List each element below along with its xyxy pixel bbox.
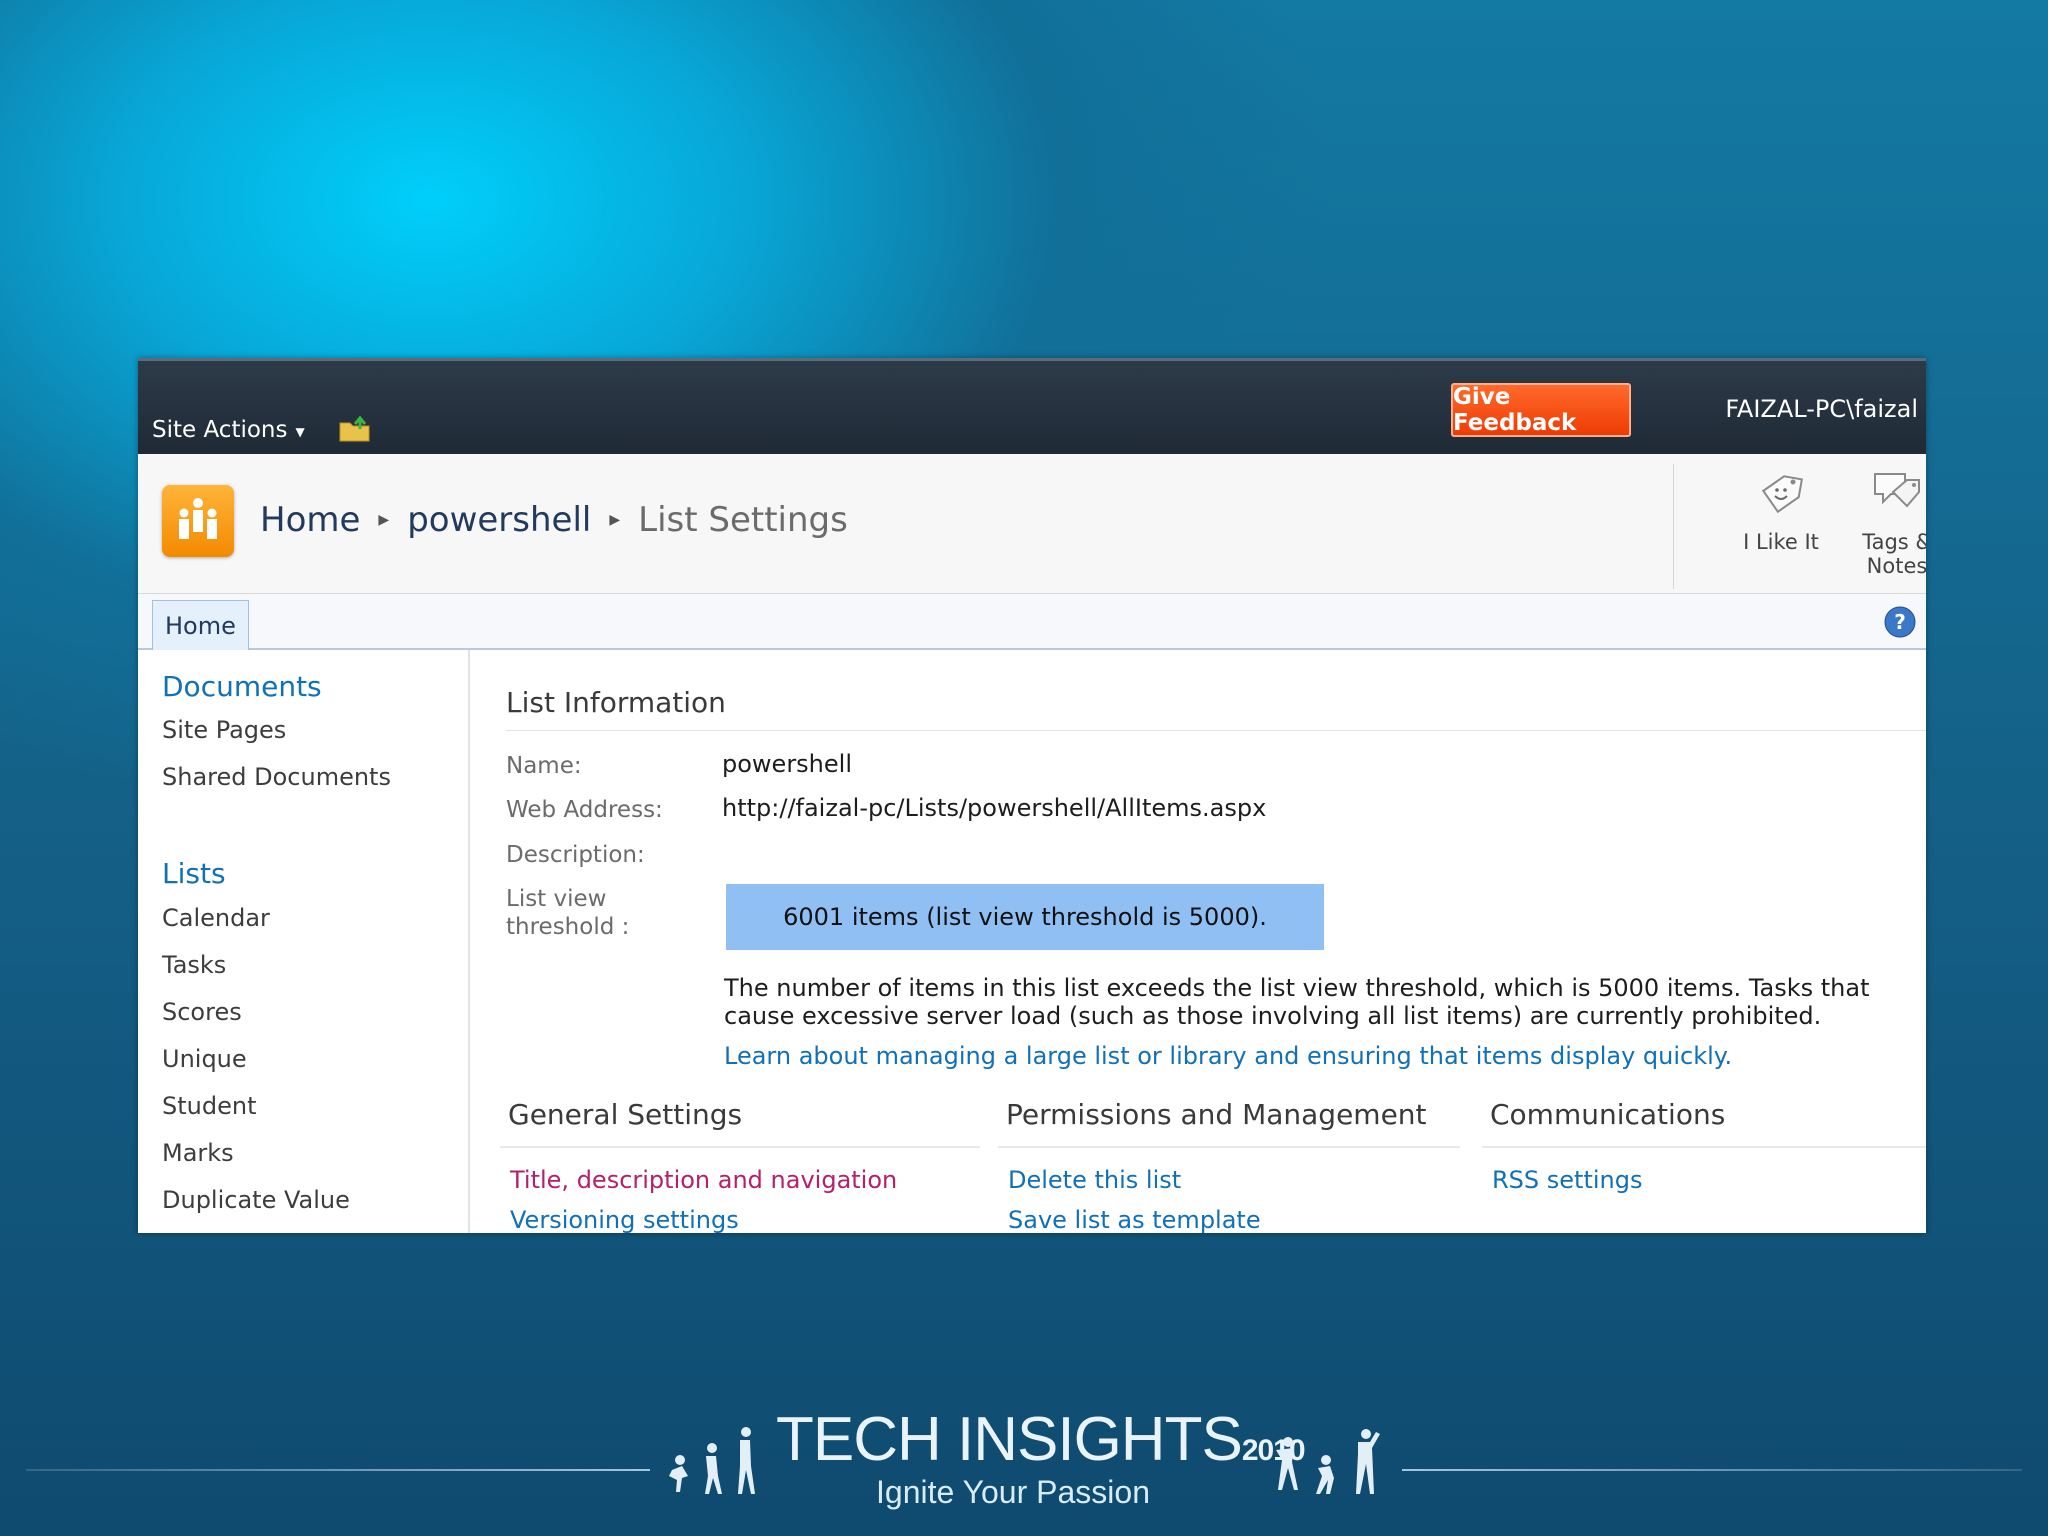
- communications-heading: Communications: [1490, 1098, 1726, 1131]
- i-like-it-label: I Like It: [1743, 530, 1819, 554]
- footer-divider: [26, 1469, 650, 1471]
- people-icon: [179, 498, 217, 539]
- general-settings-heading: General Settings: [508, 1098, 743, 1131]
- title-area: Home ▶ powershell ▶ List Settings I Like…: [138, 454, 1926, 594]
- tag-note-icon: [1874, 473, 1920, 508]
- breadcrumb-list[interactable]: powershell: [407, 500, 591, 540]
- nav-item-calendar[interactable]: Calendar: [162, 904, 270, 932]
- nav-heading-documents[interactable]: Documents: [162, 670, 322, 703]
- threshold-label: List view threshold :: [506, 885, 629, 941]
- tags-notes-button[interactable]: Tags & Notes: [1842, 466, 1926, 578]
- rss-settings-link[interactable]: RSS settings: [1492, 1166, 1642, 1194]
- navigate-up-icon[interactable]: [338, 415, 372, 443]
- site-actions-menu[interactable]: Site Actions ▼: [152, 417, 305, 443]
- tab-home[interactable]: Home: [152, 600, 249, 650]
- top-navigation: Home ?: [138, 594, 1926, 650]
- threshold-label-line: List view: [506, 886, 607, 912]
- brand-name: TECH INSIGHTS2010: [776, 1404, 1306, 1475]
- delete-list-link[interactable]: Delete this list: [1008, 1166, 1181, 1194]
- divider: [998, 1146, 1460, 1148]
- nav-item-shared-documents[interactable]: Shared Documents: [162, 763, 391, 791]
- divider: [506, 730, 1926, 731]
- breadcrumb-arrow-icon: ▶: [609, 512, 621, 528]
- sharepoint-window: Site Actions ▼ Give Feedback FAIZAL-PC\f…: [138, 358, 1926, 1233]
- learn-large-lists-link[interactable]: Learn about managing a large list or lib…: [724, 1042, 1732, 1070]
- breadcrumb-current: List Settings: [638, 500, 848, 540]
- nav-item-student[interactable]: Student: [162, 1092, 256, 1120]
- brand-tagline: Ignite Your Passion: [876, 1474, 1150, 1510]
- nav-item-scores[interactable]: Scores: [162, 998, 242, 1026]
- tag-smiley-icon: [1761, 475, 1804, 514]
- figures-left-icon: [669, 1427, 755, 1494]
- ribbon-bar: Site Actions ▼ Give Feedback FAIZAL-PC\f…: [138, 358, 1926, 454]
- give-feedback-button[interactable]: Give Feedback: [1451, 383, 1631, 437]
- threshold-message: The number of items in this list exceeds…: [724, 974, 1870, 1030]
- nav-heading-lists[interactable]: Lists: [162, 857, 226, 890]
- help-icon[interactable]: ?: [1884, 606, 1916, 638]
- figures-right-icon: [1276, 1429, 1380, 1494]
- breadcrumb-home[interactable]: Home: [260, 500, 360, 540]
- tags-notes-label: Notes: [1866, 554, 1926, 578]
- user-menu[interactable]: FAIZAL-PC\faizal: [1725, 395, 1918, 423]
- threshold-status: 6001 items (list view threshold is 5000)…: [726, 884, 1324, 950]
- site-actions-label: Site Actions: [152, 417, 288, 443]
- footer-divider: [1402, 1469, 2022, 1471]
- chevron-down-icon: ▼: [295, 425, 305, 439]
- quick-launch: Documents Site Pages Shared Documents Li…: [138, 650, 470, 1233]
- permissions-management-heading: Permissions and Management: [1006, 1098, 1427, 1131]
- web-address-label: Web Address:: [506, 797, 663, 823]
- nav-item-marks[interactable]: Marks: [162, 1139, 234, 1167]
- breadcrumb: Home ▶ powershell ▶ List Settings: [260, 500, 848, 540]
- versioning-settings-link[interactable]: Versioning settings: [510, 1206, 739, 1233]
- i-like-it-button[interactable]: I Like It: [1726, 466, 1836, 554]
- threshold-label-line: threshold :: [506, 914, 630, 940]
- name-value: powershell: [722, 750, 852, 778]
- nav-item-unique[interactable]: Unique: [162, 1045, 247, 1073]
- tags-notes-label: Tags &: [1862, 530, 1926, 554]
- divider: [1482, 1146, 1926, 1148]
- list-information-heading: List Information: [506, 686, 726, 719]
- main-content: List Information Name: powershell Web Ad…: [470, 650, 1926, 1233]
- nav-item-duplicate-value[interactable]: Duplicate Value: [162, 1186, 350, 1214]
- nav-item-site-pages[interactable]: Site Pages: [162, 716, 286, 744]
- brand-name-text: TECH INSIGHTS: [776, 1405, 1243, 1474]
- breadcrumb-arrow-icon: ▶: [378, 512, 390, 528]
- site-logo[interactable]: [162, 485, 234, 557]
- divider: [500, 1146, 980, 1148]
- web-address-value[interactable]: http://faizal-pc/Lists/powershell/AllIte…: [722, 794, 1266, 822]
- title-description-navigation-link[interactable]: Title, description and navigation: [510, 1166, 897, 1194]
- tech-insights-logo: TECH INSIGHTS2010 Ignite Your Passion: [660, 1404, 1390, 1514]
- svg-text:?: ?: [1894, 610, 1906, 634]
- description-label: Description:: [506, 842, 645, 868]
- divider: [1673, 464, 1674, 589]
- nav-item-tasks[interactable]: Tasks: [162, 951, 226, 979]
- save-as-template-link[interactable]: Save list as template: [1008, 1206, 1261, 1233]
- name-label: Name:: [506, 753, 582, 779]
